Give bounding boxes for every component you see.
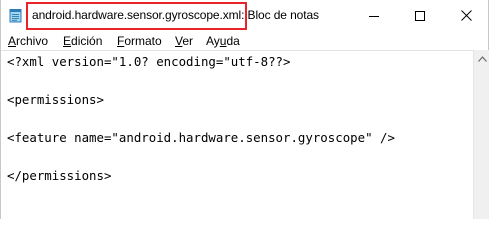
editor-line: </permissions> bbox=[7, 168, 112, 183]
title-bar[interactable]: android.hardware.sensor.gyroscope.xml: B… bbox=[1, 0, 488, 31]
maximize-icon bbox=[415, 10, 425, 21]
editor-line: <?xml version="1.0? encoding="utf-8??> bbox=[7, 54, 291, 69]
chevron-up-icon bbox=[477, 55, 487, 62]
menu-formato[interactable]: Formato bbox=[117, 34, 162, 48]
file-name: android.hardware.sensor.gyroscope.xml bbox=[32, 8, 242, 22]
close-icon bbox=[460, 10, 472, 21]
close-button[interactable] bbox=[443, 0, 489, 31]
notepad-icon bbox=[9, 9, 22, 23]
menu-bar: Archivo Edición Formato Ver Ayuda bbox=[1, 31, 488, 50]
minimize-icon bbox=[369, 15, 379, 17]
notepad-window: android.hardware.sensor.gyroscope.xml: B… bbox=[0, 0, 489, 219]
editor-line: <permissions> bbox=[7, 92, 104, 107]
menu-edicion[interactable]: Edición bbox=[63, 34, 102, 48]
scroll-up-button[interactable] bbox=[474, 50, 489, 67]
editor-line: <feature name="android.hardware.sensor.g… bbox=[7, 130, 395, 145]
menu-ayuda[interactable]: Ayuda bbox=[206, 34, 240, 48]
app-name: : Bloc de notas bbox=[241, 8, 319, 22]
minimize-button[interactable] bbox=[351, 0, 397, 31]
maximize-button[interactable] bbox=[397, 0, 443, 31]
menu-archivo[interactable]: Archivo bbox=[8, 34, 48, 48]
vertical-scrollbar[interactable] bbox=[473, 50, 489, 219]
text-editor-area[interactable]: <?xml version="1.0? encoding="utf-8??> <… bbox=[1, 50, 474, 219]
window-title: android.hardware.sensor.gyroscope.xml: B… bbox=[32, 8, 319, 22]
menu-ver[interactable]: Ver bbox=[175, 34, 193, 48]
